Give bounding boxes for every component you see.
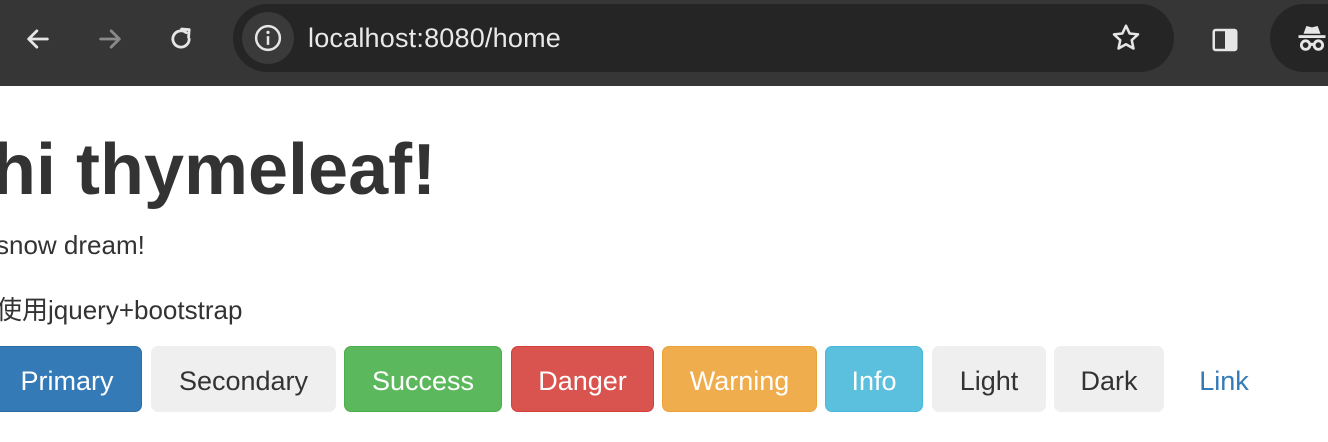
warning-button[interactable]: Warning xyxy=(662,346,817,412)
side-panel-icon xyxy=(1212,28,1238,52)
link-button[interactable]: Link xyxy=(1172,346,1276,412)
info-button[interactable]: Info xyxy=(825,346,923,412)
tech-stack-text: 使用jquery+bootstrap xyxy=(0,295,243,325)
back-arrow-icon xyxy=(27,29,49,49)
info-icon xyxy=(254,24,282,52)
address-bar[interactable]: localhost:8080/home xyxy=(233,4,1174,72)
incognito-icon xyxy=(1298,25,1326,51)
secondary-button[interactable]: Secondary xyxy=(151,346,336,412)
light-button[interactable]: Light xyxy=(932,346,1046,412)
page-heading: hi thymeleaf! xyxy=(0,130,437,210)
primary-button[interactable]: Primary xyxy=(0,346,142,412)
danger-button[interactable]: Danger xyxy=(511,346,654,412)
incognito-badge xyxy=(1292,18,1328,58)
forward-arrow-icon xyxy=(99,29,121,49)
star-icon xyxy=(1112,24,1140,50)
page-content: hi thymeleaf! snow dream! 使用jquery+boots… xyxy=(0,86,1328,442)
browser-toolbar: localhost:8080/home xyxy=(0,0,1328,86)
greeting-text: snow dream! xyxy=(0,230,145,260)
forward-button[interactable] xyxy=(90,19,130,59)
reload-icon xyxy=(171,27,191,49)
back-button[interactable] xyxy=(18,19,58,59)
bookmark-button[interactable] xyxy=(1107,19,1145,57)
dark-button[interactable]: Dark xyxy=(1054,346,1164,412)
site-info-button[interactable] xyxy=(242,12,294,64)
reload-button[interactable] xyxy=(161,19,201,59)
success-button[interactable]: Success xyxy=(344,346,502,412)
url-text[interactable]: localhost:8080/home xyxy=(308,4,561,72)
side-panel-button[interactable] xyxy=(1205,20,1245,60)
profile-button[interactable] xyxy=(1270,4,1328,72)
